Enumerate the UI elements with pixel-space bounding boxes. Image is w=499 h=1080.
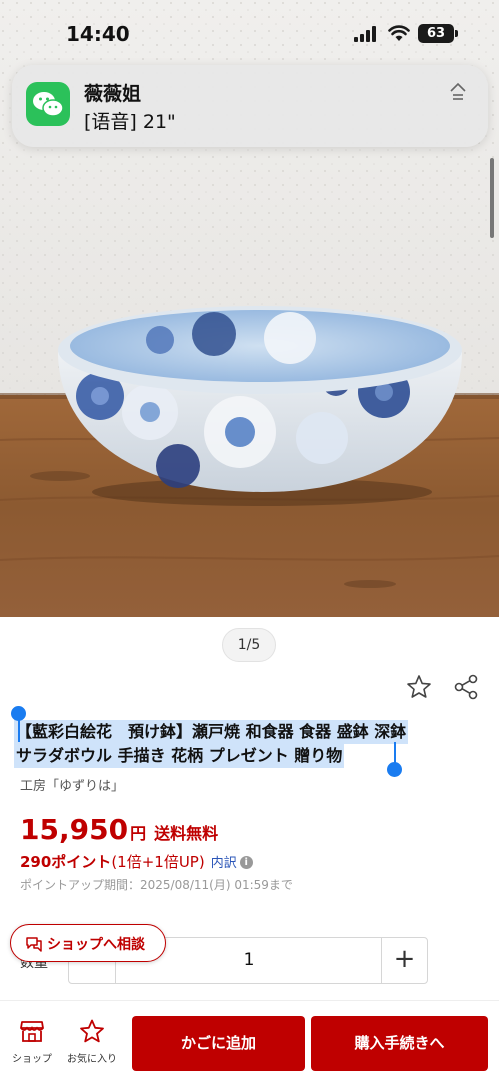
chat-bubble-icon bbox=[26, 937, 42, 952]
status-bar: 14:40 63 bbox=[0, 0, 499, 66]
image-pager: 1/5 bbox=[222, 628, 276, 662]
battery-icon: 63 bbox=[418, 24, 458, 43]
shop-consult-button[interactable]: ショップへ相談 bbox=[10, 924, 166, 962]
points-value: 290ポイント bbox=[20, 853, 112, 871]
favorite-icon bbox=[80, 1019, 104, 1043]
favorite-tab[interactable]: お気に入り bbox=[64, 1019, 120, 1065]
shop-tab[interactable]: ショップ bbox=[4, 1019, 60, 1065]
clock: 14:40 bbox=[66, 22, 130, 46]
favorite-star-icon[interactable] bbox=[406, 674, 432, 700]
points-rate: (1倍+1倍UP) bbox=[111, 853, 205, 871]
wechat-app-icon bbox=[26, 82, 70, 126]
favorite-tab-label: お気に入り bbox=[67, 1054, 117, 1065]
cellular-signal-icon bbox=[354, 26, 376, 42]
shop-consult-label: ショップへ相談 bbox=[47, 937, 145, 953]
shop-icon bbox=[20, 1021, 44, 1042]
message-notification[interactable]: 薇薇姐 [语音] 21" bbox=[12, 65, 488, 147]
wifi-icon bbox=[388, 25, 410, 41]
scroll-indicator[interactable] bbox=[490, 158, 494, 238]
points-row: 290ポイント(1倍+1倍UP) 内訳 i bbox=[20, 851, 253, 872]
price-row: 15,950 円送料無料 bbox=[20, 813, 218, 846]
add-to-cart-button[interactable]: かごに追加 bbox=[132, 1016, 305, 1071]
focus-arrow-icon bbox=[450, 82, 466, 100]
share-icon[interactable] bbox=[453, 674, 479, 700]
product-title-line-2: サラダボウル 手描き 花柄 プレゼント 贈り物 bbox=[14, 744, 345, 768]
free-shipping-label: 送料無料 bbox=[154, 824, 219, 843]
notification-message: [语音] 21" bbox=[84, 111, 176, 133]
product-title-line-1: 【藍彩白絵花 預け鉢】瀬戸焼 和食器 食器 盛鉢 深鉢 bbox=[14, 720, 409, 744]
shop-tab-label: ショップ bbox=[12, 1054, 52, 1065]
price-currency: 円 bbox=[130, 824, 147, 843]
product-title[interactable]: 【藍彩白絵花 預け鉢】瀬戸焼 和食器 食器 盛鉢 深鉢 サラダボウル 手描き 花… bbox=[14, 720, 488, 768]
selection-start-handle[interactable] bbox=[11, 706, 26, 721]
quantity-increase-button[interactable]: + bbox=[381, 938, 427, 983]
checkout-button[interactable]: 購入手続きへ bbox=[311, 1016, 488, 1071]
points-breakdown-link[interactable]: 内訳 bbox=[211, 856, 237, 871]
info-icon[interactable]: i bbox=[239, 856, 253, 869]
points-deadline: ポイントアップ期間：2025/08/11(月) 01:59まで bbox=[20, 878, 293, 892]
price-value: 15,950 bbox=[20, 813, 129, 846]
shop-name-link[interactable]: 工房「ゆずりは」 bbox=[20, 775, 124, 794]
notification-sender: 薇薇姐 bbox=[84, 83, 142, 105]
bottom-action-bar: ショップ お気に入り かごに追加 購入手続きへ bbox=[0, 1000, 499, 1080]
selection-end-handle[interactable] bbox=[387, 762, 402, 777]
